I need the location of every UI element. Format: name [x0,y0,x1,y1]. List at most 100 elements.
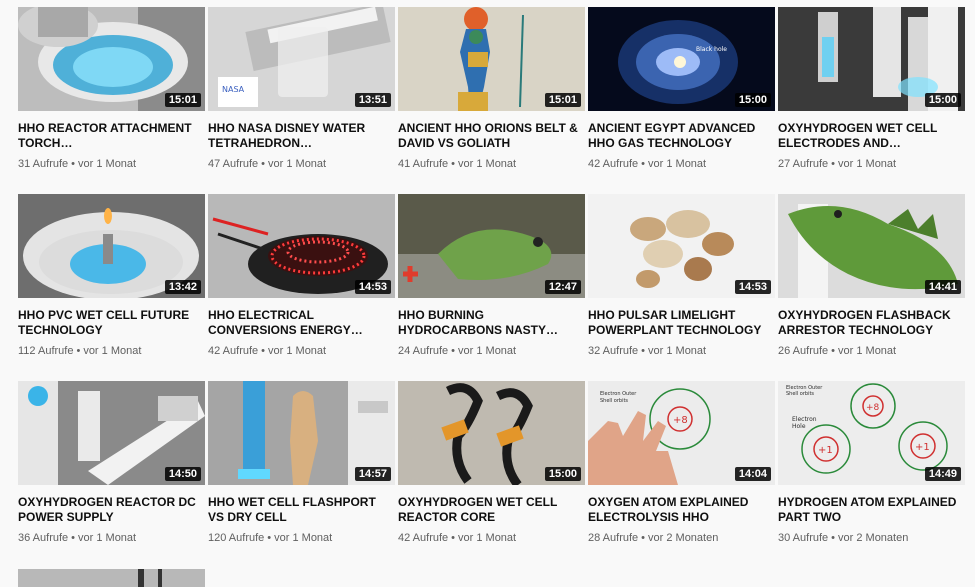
video-card[interactable]: 14:41 OXYHYDROGEN FLASHBACK ARRESTOR TEC… [778,194,965,358]
video-title[interactable]: ANCIENT EGYPT ADVANCED HHO GAS TECHNOLOG… [588,121,775,150]
separator-dot: • [261,345,266,357]
video-title[interactable]: OXYHYDROGEN FLASHBACK ARRESTOR TECHNOLOG… [778,308,965,337]
oxygen-label-1: Electron Outer [600,391,637,397]
video-title[interactable]: OXYHYDROGEN WET CELL ELECTRODES AND… [778,121,965,150]
video-title[interactable]: OXYGEN ATOM EXPLAINED ELECTROLYSIS HHO [588,495,775,524]
video-title[interactable]: HHO NASA DISNEY WATER TETRAHEDRON… [208,121,395,150]
video-title[interactable]: HHO PVC WET CELL FUTURE TECHNOLOGY [18,308,205,337]
view-count: 32 Aufrufe [588,345,639,357]
duration-badge: 15:00 [544,467,581,481]
separator-dot: • [451,345,456,357]
video-thumbnail[interactable]: +8 Electron Outer Shell orbits 14:04 [588,381,775,485]
video-meta: 42 Aufrufe • vor 1 Monat [208,344,395,358]
video-meta: 30 Aufrufe • vor 2 Monaten [778,531,965,545]
duration-badge: 15:00 [924,93,961,107]
video-thumbnail[interactable]: +8 +1 +1 Electron Outer Shell orbits Ele… [778,381,965,485]
duration-badge: 13:42 [164,280,201,294]
video-thumbnail[interactable]: 15:00 [778,7,965,111]
duration-badge: 12:47 [544,280,581,294]
upload-age: vor 1 Monat [78,532,137,544]
separator-dot: • [261,158,266,170]
video-card[interactable]: 13:42 HHO PVC WET CELL FUTURE TECHNOLOGY… [18,194,205,358]
duration-badge: 14:41 [924,280,961,294]
video-thumbnail[interactable]: 14:53 [208,194,395,298]
upload-age: vor 2 Monaten [648,532,719,544]
view-count: 47 Aufrufe [208,158,259,170]
video-thumbnail[interactable]: NASA 13:51 [208,7,395,111]
upload-age: vor 2 Monaten [838,532,909,544]
video-card[interactable]: 14:53 HHO ELECTRICAL CONVERSIONS ENERGY…… [208,194,395,358]
video-thumbnail[interactable]: Black hole 15:00 [588,7,775,111]
upload-age: vor 1 Monat [648,345,707,357]
separator-dot: • [831,532,836,544]
video-meta: 28 Aufrufe • vor 2 Monaten [588,531,775,545]
view-count: 31 Aufrufe [18,158,69,170]
video-thumbnail[interactable]: 14:57 [208,381,395,485]
video-card[interactable]: 12:47 HHO BURNING HYDROCARBONS NASTY… 24… [398,194,585,358]
video-card[interactable]: NASA 13:51 HHO NASA DISNEY WATER TETRAHE… [208,7,395,171]
view-count: 24 Aufrufe [398,345,449,357]
video-thumbnail[interactable]: 14:53 [588,194,775,298]
video-thumbnail[interactable]: 15:01 [18,7,205,111]
video-meta: 26 Aufrufe • vor 1 Monat [778,344,965,358]
video-thumbnail[interactable]: 15:00 [398,381,585,485]
hydrogen-label-3: Electron [792,416,817,423]
upload-age: vor 1 Monat [458,158,517,170]
video-card[interactable]: 15:01 ANCIENT HHO ORIONS BELT & DAVID VS… [398,7,585,171]
video-card[interactable]: 15:01 HHO REACTOR ATTACHMENT TORCH… 31 A… [18,7,205,171]
upload-age: vor 1 Monat [648,158,707,170]
view-count: 42 Aufrufe [398,532,449,544]
video-title[interactable]: ANCIENT HHO ORIONS BELT & DAVID VS GOLIA… [398,121,585,150]
video-meta: 42 Aufrufe • vor 1 Monat [588,157,775,171]
hydrogen-label-4: Hole [792,423,806,430]
oxygen-label-2: Shell orbits [600,398,628,404]
separator-dot: • [267,532,272,544]
view-count: 36 Aufrufe [18,532,69,544]
separator-dot: • [71,158,76,170]
separator-dot: • [641,345,646,357]
video-title[interactable]: HHO REACTOR ATTACHMENT TORCH… [18,121,205,150]
view-count: 26 Aufrufe [778,345,829,357]
video-thumbnail[interactable]: 15:01 [398,7,585,111]
video-grid: 15:01 HHO REACTOR ATTACHMENT TORCH… 31 A… [0,0,975,587]
video-meta: 24 Aufrufe • vor 1 Monat [398,344,585,358]
view-count: 30 Aufrufe [778,532,829,544]
video-title[interactable]: OXYHYDROGEN WET CELL REACTOR CORE [398,495,585,524]
video-card[interactable]: 15:00 OXYHYDROGEN WET CELL ELECTRODES AN… [778,7,965,171]
video-title[interactable]: OXYHYDROGEN REACTOR DC POWER SUPPLY [18,495,205,524]
video-meta: 112 Aufrufe • vor 1 Monat [18,344,205,358]
duration-badge: 14:04 [734,467,771,481]
duration-badge: 15:01 [544,93,581,107]
duration-badge: 15:00 [734,93,771,107]
video-meta: 31 Aufrufe • vor 1 Monat [18,157,205,171]
video-card[interactable]: 14:50 OXYHYDROGEN REACTOR DC POWER SUPPL… [18,381,205,545]
hydrogen-center-b: +1 [915,442,930,453]
view-count: 112 Aufrufe [18,345,74,357]
video-thumbnail-partial[interactable] [18,569,205,587]
duration-badge: 13:51 [354,93,391,107]
video-card[interactable]: 14:53 HHO PULSAR LIMELIGHT POWERPLANT TE… [588,194,775,358]
video-thumbnail[interactable]: 12:47 [398,194,585,298]
duration-badge: 14:53 [734,280,771,294]
video-title[interactable]: HYDROGEN ATOM EXPLAINED PART TWO [778,495,965,524]
video-meta: 120 Aufrufe • vor 1 Monat [208,531,395,545]
view-count: 27 Aufrufe [778,158,829,170]
video-title[interactable]: HHO ELECTRICAL CONVERSIONS ENERGY… [208,308,395,337]
upload-age: vor 1 Monat [83,345,142,357]
video-title[interactable]: HHO PULSAR LIMELIGHT POWERPLANT TECHNOLO… [588,308,775,337]
video-thumbnail[interactable]: 14:41 [778,194,965,298]
duration-badge: 15:01 [164,93,201,107]
video-title[interactable]: HHO BURNING HYDROCARBONS NASTY… [398,308,585,337]
video-card[interactable]: +8 Electron Outer Shell orbits 14:04 OXY… [588,381,775,545]
video-card[interactable]: +8 +1 +1 Electron Outer Shell orbits Ele… [778,381,965,545]
video-thumbnail[interactable]: 14:50 [18,381,205,485]
video-thumbnail[interactable]: 13:42 [18,194,205,298]
separator-dot: • [71,532,76,544]
svg-text:NASA: NASA [222,85,245,94]
video-meta: 27 Aufrufe • vor 1 Monat [778,157,965,171]
video-title[interactable]: HHO WET CELL FLASHPORT VS DRY CELL [208,495,395,524]
video-card[interactable]: Black hole 15:00 ANCIENT EGYPT ADVANCED … [588,7,775,171]
video-card[interactable]: 14:57 HHO WET CELL FLASHPORT VS DRY CELL… [208,381,395,545]
hydrogen-center-top: +8 [866,403,880,413]
video-card[interactable]: 15:00 OXYHYDROGEN WET CELL REACTOR CORE … [398,381,585,545]
